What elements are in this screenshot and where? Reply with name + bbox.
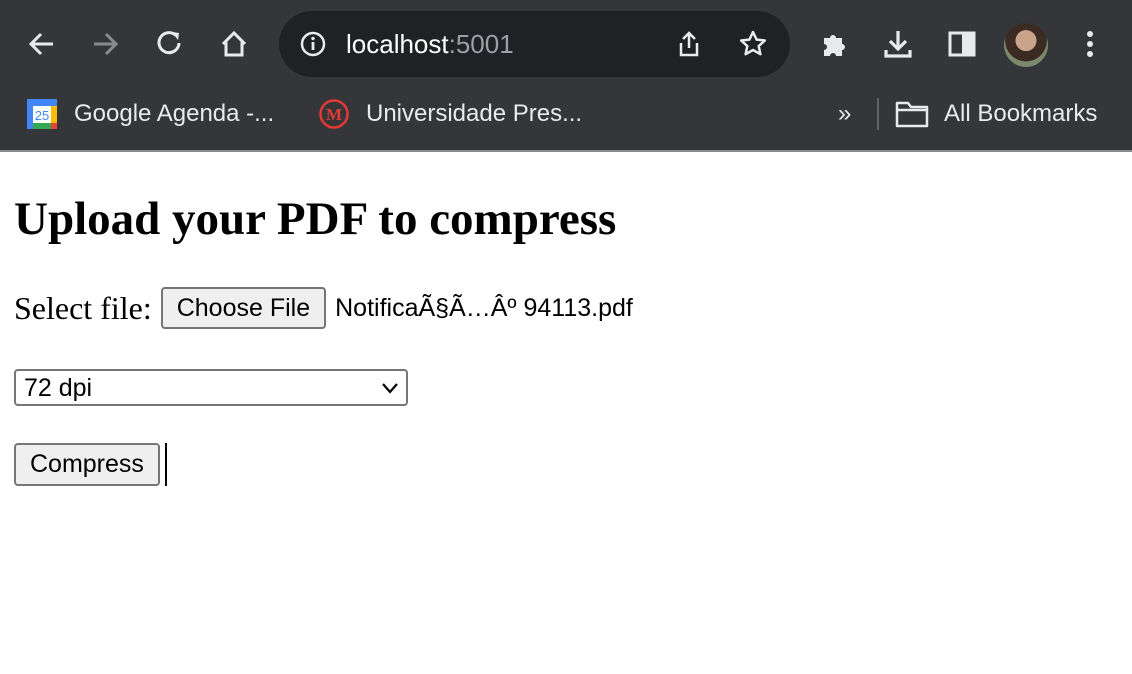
side-panel-button[interactable] [940,22,984,66]
file-input-row: Select file: Choose File NotificaÃ§Ã…Âº … [14,287,633,329]
url-text[interactable]: localhost:5001 [346,27,514,61]
puzzle-piece-icon [824,35,845,56]
file-label: Select file: [14,289,152,326]
all-bookmarks-label: All Bookmarks [944,100,1098,127]
extensions-button[interactable] [812,22,856,66]
browser-toolbar: localhost:5001 [0,0,1132,88]
reload-button[interactable] [148,22,192,66]
menu-button[interactable] [1068,22,1112,66]
kebab-menu-icon [1087,31,1093,57]
bookmark-universidade[interactable]: M Universidade Pres... [318,88,582,140]
download-icon [884,31,912,58]
bookmarks-overflow-button[interactable]: » [838,88,851,140]
side-panel-icon [948,31,976,57]
all-bookmarks-button[interactable]: All Bookmarks [895,88,1097,140]
address-bar[interactable]: localhost:5001 [279,11,790,77]
calendar-day-text: 25 [35,108,49,123]
page-content: Upload your PDF to compress Select file:… [0,152,1132,674]
url-port: :5001 [448,29,514,59]
bookmark-star-icon[interactable] [738,29,768,59]
forward-arrow-icon [94,32,119,56]
back-arrow-icon [28,32,53,56]
bookmarks-divider [877,98,879,130]
share-icon[interactable] [674,29,704,59]
home-button[interactable] [212,22,256,66]
text-cursor [165,443,167,486]
home-icon [221,30,247,57]
chevron-down-icon [382,383,398,394]
bookmark-google-agenda[interactable]: 25 Google Agenda -... [26,88,274,140]
folder-icon [895,101,929,128]
reload-icon [157,31,181,55]
mackenzie-icon: M [319,99,349,129]
bookmarks-bar: 25 Google Agenda -... M Universidade Pre… [0,88,1132,150]
mackenzie-letter: M [326,105,342,124]
profile-avatar[interactable] [1004,23,1048,67]
chevron-double-right-icon: » [838,100,852,127]
google-calendar-icon: 25 [27,99,57,129]
dpi-select[interactable]: 72 dpi [14,369,408,406]
compress-button[interactable]: Compress [14,443,160,486]
dpi-selected-value: 72 dpi [24,374,93,402]
site-info-icon[interactable] [299,30,327,58]
bookmark-label: Universidade Pres... [366,100,583,127]
bookmark-label: Google Agenda -... [74,100,275,127]
selected-file-name: NotificaÃ§Ã…Âº 94113.pdf [335,293,633,322]
back-button[interactable] [20,22,64,66]
downloads-button[interactable] [876,22,920,66]
forward-button[interactable] [83,22,127,66]
url-host: localhost [346,29,449,59]
page-title: Upload your PDF to compress [14,193,617,245]
choose-file-button[interactable]: Choose File [160,287,327,329]
